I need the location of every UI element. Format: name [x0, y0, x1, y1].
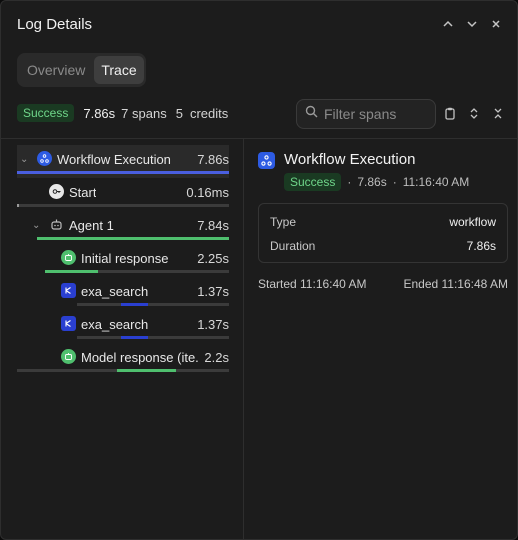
- openai-icon: [61, 349, 76, 364]
- pane-divider: [243, 138, 244, 539]
- detail-time: 11:16:40 AM: [402, 175, 470, 189]
- filter-spans-input[interactable]: [324, 106, 429, 122]
- exa-icon: [61, 283, 76, 298]
- credits-label: credits: [189, 105, 229, 121]
- span-timeline-bar: [121, 336, 149, 339]
- detail-meta: Success · 7.86s · 11:16:40 AM: [284, 173, 469, 191]
- view-tabs: Overview Trace: [17, 53, 146, 87]
- copy-icon[interactable]: [444, 105, 455, 121]
- span-duration: 7.86s: [197, 152, 229, 167]
- detail-properties-card: Type workflow Duration 7.86s: [258, 203, 508, 263]
- span-row[interactable]: exa_search 1.37s: [17, 310, 229, 343]
- total-duration: 7.86s: [83, 105, 116, 121]
- trace-summary: Success 7.86s 7 spans 5 credits: [17, 104, 228, 122]
- span-duration: 1.37s: [197, 284, 229, 299]
- exa-icon: [61, 316, 76, 331]
- credits-count: 5: [175, 105, 183, 121]
- meta-separator: ·: [347, 175, 352, 189]
- duration-label: Duration: [270, 239, 316, 253]
- key-icon: [49, 184, 64, 199]
- span-timeline-bar: [37, 237, 229, 240]
- filter-spans-field[interactable]: [296, 99, 436, 129]
- span-timeline-bar: [17, 171, 229, 174]
- robot-icon: [49, 217, 64, 232]
- panel-title: Log Details: [17, 16, 93, 33]
- span-row[interactable]: ⌄ Agent 1 7.84s: [17, 211, 229, 244]
- section-divider: [1, 138, 517, 139]
- span-label: exa_search: [81, 317, 149, 332]
- detail-duration: 7.86s: [357, 175, 387, 189]
- meta-separator: ·: [392, 175, 397, 189]
- openai-icon: [61, 250, 76, 265]
- span-timeline-bar: [45, 270, 99, 273]
- span-label: Workflow Execution: [57, 152, 171, 167]
- span-label: Initial response: [81, 251, 169, 266]
- span-duration: 0.16ms: [186, 185, 229, 200]
- span-label: Model response (ite...: [81, 350, 199, 365]
- span-timeline-track: [77, 336, 229, 339]
- chevron-down-icon[interactable]: ⌄: [32, 220, 42, 231]
- span-duration: 7.84s: [197, 218, 229, 233]
- chevron-down-icon[interactable]: ⌄: [20, 154, 30, 165]
- log-details-panel: Log Details Overview Trace Success 7.86s…: [0, 0, 518, 540]
- span-timeline-track: [17, 204, 229, 207]
- span-timeline-bar: [116, 369, 176, 372]
- collapse-all-icon[interactable]: [492, 105, 503, 121]
- span-label: exa_search: [81, 284, 149, 299]
- span-label: Start: [69, 185, 97, 200]
- span-tree: ⌄ Workflow Execution 7.86s Start 0.16ms …: [17, 145, 229, 376]
- span-duration: 2.2s: [204, 350, 229, 365]
- span-row[interactable]: ⌄ Workflow Execution 7.86s: [17, 145, 229, 178]
- search-icon: [305, 105, 318, 123]
- span-row[interactable]: exa_search 1.37s: [17, 277, 229, 310]
- type-value: workflow: [449, 215, 496, 229]
- close-icon[interactable]: [489, 15, 503, 33]
- status-badge: Success: [17, 104, 75, 122]
- ended-time: Ended 11:16:48 AM: [403, 277, 508, 291]
- workflow-icon: [258, 152, 275, 169]
- started-time: Started 11:16:40 AM: [258, 277, 367, 291]
- trace-tools: [444, 105, 503, 121]
- detail-timestamps: Started 11:16:40 AM Ended 11:16:48 AM: [258, 277, 508, 291]
- tab-trace[interactable]: Trace: [94, 56, 144, 84]
- span-count: 7 spans: [121, 105, 167, 121]
- status-badge: Success: [284, 173, 342, 191]
- chevron-down-icon[interactable]: [465, 15, 479, 33]
- span-duration: 1.37s: [197, 317, 229, 332]
- header-controls: [441, 15, 503, 33]
- span-label: Agent 1: [69, 218, 114, 233]
- span-duration: 2.25s: [197, 251, 229, 266]
- expand-all-icon[interactable]: [468, 105, 479, 121]
- chevron-up-icon[interactable]: [441, 15, 455, 33]
- span-timeline-bar: [121, 303, 149, 306]
- tab-overview[interactable]: Overview: [20, 56, 92, 84]
- duration-value: 7.86s: [466, 239, 496, 253]
- detail-title: Workflow Execution: [284, 151, 416, 168]
- workflow-icon: [37, 151, 52, 166]
- span-row[interactable]: Start 0.16ms: [17, 178, 229, 211]
- span-row[interactable]: Model response (ite... 2.2s: [17, 343, 229, 376]
- span-timeline-bar: [17, 204, 20, 207]
- span-row[interactable]: Initial response 2.25s: [17, 244, 229, 277]
- span-timeline-track: [77, 303, 229, 306]
- type-label: Type: [270, 215, 297, 229]
